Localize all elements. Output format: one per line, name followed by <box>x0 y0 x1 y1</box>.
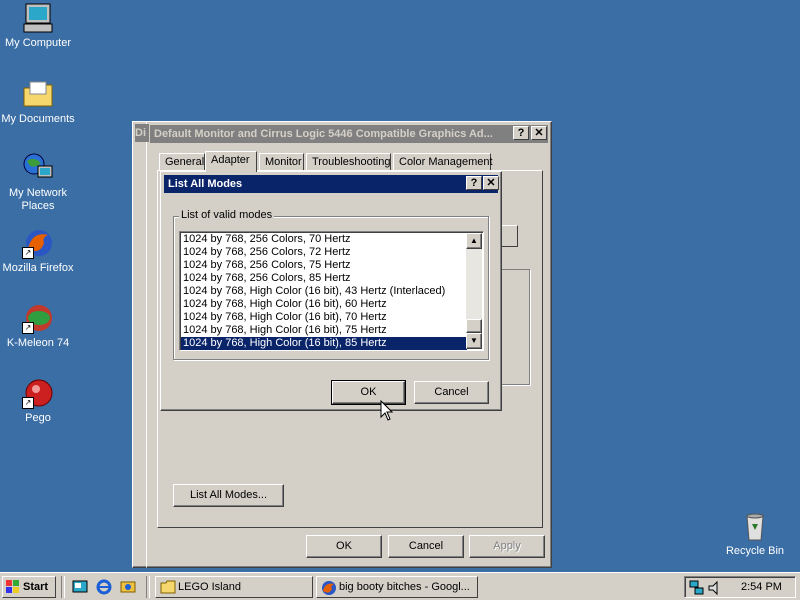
mode-list-item[interactable]: 1024 by 768, High Color (16 bit), 43 Her… <box>181 285 467 298</box>
mode-list-item[interactable]: 1024 by 768, 256 Colors, 75 Hertz <box>181 259 467 272</box>
modes-list: 1024 by 768, 256 Colors, 70 Hertz 1024 by… <box>181 233 467 350</box>
mode-list-item[interactable]: 1024 by 768, 256 Colors, 70 Hertz <box>181 233 467 246</box>
system-tray: 2:54 PM <box>684 576 796 598</box>
pego-icon: ↗ <box>22 377 54 409</box>
desktop-icon-my-network-places[interactable]: My Network Places <box>0 152 76 213</box>
task-button-firefox[interactable]: big booty bitches - Googl... <box>316 576 478 598</box>
mode-list-item[interactable]: 1024 by 768, 256 Colors, 85 Hertz <box>181 272 467 285</box>
desktop-icon-label: My Network Places <box>8 187 68 212</box>
desktop-icon-my-documents[interactable]: My Documents <box>0 78 76 126</box>
desktop-icon-k-meleon[interactable]: ↗ K-Meleon 74 <box>0 302 76 350</box>
folder-icon <box>160 580 176 594</box>
start-button[interactable]: Start <box>2 576 56 598</box>
shortcut-arrow-icon: ↗ <box>22 397 34 409</box>
mode-list-item[interactable]: 1024 by 768, High Color (16 bit), 75 Her… <box>181 324 467 337</box>
firefox-icon: ↗ <box>22 227 54 259</box>
ok-button[interactable]: OK <box>331 380 406 405</box>
desktop-icon-label: My Documents <box>1 113 75 125</box>
mode-list-item[interactable]: 1024 by 768, High Color (16 bit), 85 Her… <box>181 337 467 350</box>
help-button[interactable]: ? <box>466 176 482 190</box>
mouse-cursor-icon <box>380 399 394 422</box>
volume-tray-icon[interactable] <box>707 580 723 596</box>
close-button[interactable]: ✕ <box>483 176 499 190</box>
quick-launch-separator <box>61 576 65 598</box>
desktop-icon-label: Mozilla Firefox <box>2 262 74 274</box>
my-computer-icon <box>22 2 54 34</box>
modes-listbox[interactable]: 1024 by 768, 256 Colors, 70 Hertz 1024 by… <box>179 231 484 351</box>
scroll-thumb[interactable] <box>466 319 482 333</box>
cancel-button[interactable]: Cancel <box>414 381 489 404</box>
tab-monitor[interactable]: Monitor <box>259 153 304 171</box>
close-button[interactable]: ✕ <box>531 126 547 140</box>
desktop-icon-recycle-bin[interactable]: Recycle Bin <box>717 510 793 558</box>
recycle-bin-icon <box>739 510 771 542</box>
valid-modes-groupbox: List of valid modes 1024 by 768, 256 Col… <box>173 209 489 360</box>
clock[interactable]: 2:54 PM <box>741 577 782 597</box>
adapter-properties-titlebar[interactable]: Default Monitor and Cirrus Logic 5446 Co… <box>150 125 548 143</box>
desktop-icon-mozilla-firefox[interactable]: ↗ Mozilla Firefox <box>0 227 76 275</box>
desktop-icon-label: Pego <box>25 412 51 424</box>
desktop-icon-my-computer[interactable]: My Computer <box>0 2 76 50</box>
desktop-icon-label: Recycle Bin <box>725 545 785 557</box>
shortcut-arrow-icon: ↗ <box>22 322 34 334</box>
groupbox-right <box>498 269 530 385</box>
quick-launch-desktop-icon[interactable] <box>72 579 88 595</box>
shortcut-arrow-icon: ↗ <box>22 247 34 259</box>
mode-list-item[interactable]: 1024 by 768, High Color (16 bit), 70 Her… <box>181 311 467 324</box>
modes-scrollbar[interactable]: ▲ ▼ <box>466 233 482 349</box>
window-title: Default Monitor and Cirrus Logic 5446 Co… <box>154 128 493 140</box>
list-all-modes-dialog: List All Modes ? ✕ List of valid modes 1… <box>160 171 502 411</box>
tab-troubleshooting[interactable]: Troubleshooting <box>306 153 391 171</box>
scroll-down-button[interactable]: ▼ <box>466 333 482 349</box>
k-meleon-icon: ↗ <box>22 302 54 334</box>
list-all-modes-button[interactable]: List All Modes... <box>173 484 284 507</box>
apply-button[interactable]: Apply <box>469 535 545 558</box>
dialog-title: List All Modes <box>168 178 243 190</box>
help-button[interactable]: ? <box>513 126 529 140</box>
task-separator <box>146 576 150 598</box>
list-all-modes-titlebar[interactable]: List All Modes <box>164 175 498 193</box>
network-tray-icon[interactable] <box>689 580 705 596</box>
firefox-icon <box>321 580 337 596</box>
mode-list-item[interactable]: 1024 by 768, High Color (16 bit), 60 Her… <box>181 298 467 311</box>
tab-adapter[interactable]: Adapter <box>205 151 257 172</box>
network-icon <box>22 152 54 184</box>
groupbox-label: List of valid modes <box>179 209 275 221</box>
ok-button[interactable]: OK <box>306 535 382 558</box>
quick-launch-ie-icon[interactable] <box>96 579 112 595</box>
tab-color-management[interactable]: Color Management <box>393 153 493 171</box>
taskbar: Start LEGO Island big booty bitches - Go… <box>0 572 800 600</box>
cancel-button[interactable]: Cancel <box>388 535 464 558</box>
quick-launch-outlook-icon[interactable] <box>120 579 136 595</box>
desktop-icon-label: My Computer <box>4 37 72 49</box>
scroll-up-button[interactable]: ▲ <box>466 233 482 249</box>
folder-icon <box>22 78 54 110</box>
desktop-icon-label: K-Meleon 74 <box>6 337 70 349</box>
tab-general[interactable]: General <box>159 153 205 171</box>
desktop-icon-pego[interactable]: ↗ Pego <box>0 377 76 425</box>
display-properties-title-fragment: Di <box>135 124 149 142</box>
mode-list-item[interactable]: 1024 by 768, 256 Colors, 72 Hertz <box>181 246 467 259</box>
windows-logo-icon <box>6 580 20 594</box>
task-button-lego-island[interactable]: LEGO Island <box>155 576 313 598</box>
